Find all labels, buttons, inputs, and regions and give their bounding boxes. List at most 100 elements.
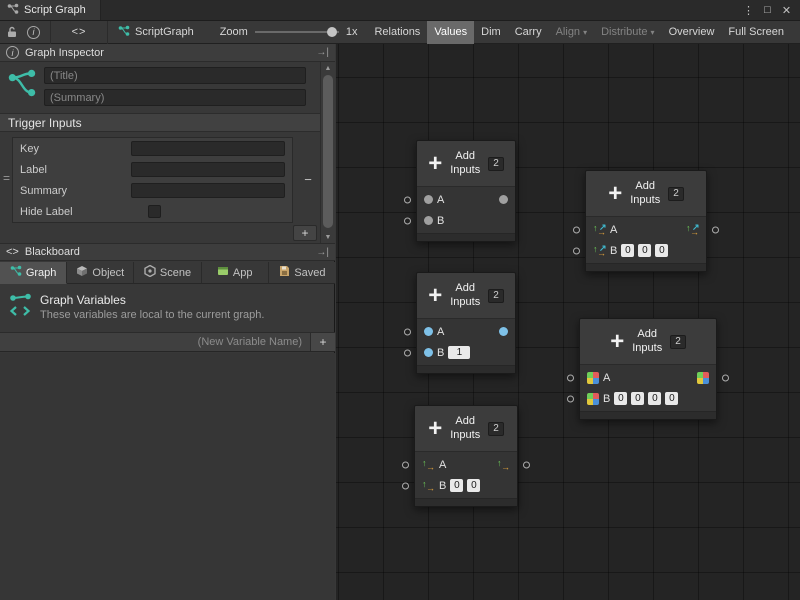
info-icon[interactable]: i xyxy=(27,26,40,39)
graph-root-button[interactable]: <> xyxy=(50,21,108,44)
port-label-a: A xyxy=(603,372,610,384)
hide-label-checkbox[interactable] xyxy=(148,205,161,218)
graph-inspector-header[interactable]: i Graph Inspector →| xyxy=(0,44,335,62)
vector3-port-icon[interactable]: ↑↗→ xyxy=(593,223,606,236)
tab-app[interactable]: App xyxy=(202,262,269,284)
input-count-field[interactable]: 2 xyxy=(670,335,686,349)
graph-canvas[interactable]: + Add Inputs 2 A B + Add Inputs 2 xyxy=(336,44,800,600)
add-trigger-input-button[interactable]: + xyxy=(293,225,317,241)
scrollbar-thumb[interactable] xyxy=(323,75,333,228)
window-maximize-icon[interactable]: □ xyxy=(759,2,776,19)
output-connection-ring[interactable] xyxy=(722,374,729,381)
value-field-z[interactable]: 0 xyxy=(648,392,661,405)
key-input[interactable] xyxy=(131,141,285,156)
lock-icon[interactable] xyxy=(6,26,18,38)
graph-summary-input[interactable] xyxy=(44,89,306,106)
carry-button[interactable]: Carry xyxy=(508,21,549,44)
node-header[interactable]: + Add Inputs 2 xyxy=(417,141,515,186)
relations-button[interactable]: Relations xyxy=(367,21,427,44)
input-connection-ring[interactable] xyxy=(567,395,574,402)
node-add-inputs-float[interactable]: + Add Inputs 2 A B 1 xyxy=(416,272,516,374)
node-add-inputs-vector2[interactable]: + Add Inputs 2 ↑→ A ↑→ ↑→ B 0 0 xyxy=(414,405,518,507)
window-close-icon[interactable]: ✕ xyxy=(778,2,795,19)
generic-input-port-icon[interactable] xyxy=(424,195,433,204)
output-connection-ring[interactable] xyxy=(523,461,530,468)
dock-icon[interactable]: →| xyxy=(316,247,329,258)
input-count-field[interactable]: 2 xyxy=(488,157,504,171)
zoom-slider[interactable] xyxy=(255,26,339,38)
tab-scene[interactable]: Scene xyxy=(134,262,201,284)
dock-icon[interactable]: →| xyxy=(316,47,329,58)
vector4-port-icon[interactable] xyxy=(587,372,599,384)
value-field-x[interactable]: 0 xyxy=(614,392,627,405)
align-dropdown[interactable]: Align▾ xyxy=(549,21,594,44)
input-count-field[interactable]: 2 xyxy=(668,187,684,201)
generic-input-port-icon[interactable] xyxy=(424,216,433,225)
input-connection-ring[interactable] xyxy=(573,247,580,254)
vector3-port-icon[interactable]: ↑↗→ xyxy=(593,244,606,257)
input-connection-ring[interactable] xyxy=(402,461,409,468)
dim-button[interactable]: Dim xyxy=(474,21,508,44)
values-button[interactable]: Values xyxy=(427,21,474,44)
input-connection-ring[interactable] xyxy=(404,349,411,356)
new-variable-input[interactable] xyxy=(0,333,310,351)
add-variable-button[interactable]: + xyxy=(310,333,335,351)
input-connection-ring[interactable] xyxy=(404,196,411,203)
distribute-dropdown[interactable]: Distribute▾ xyxy=(594,21,661,44)
fullscreen-button[interactable]: Full Screen xyxy=(721,21,791,44)
vector2-port-icon[interactable]: ↑→ xyxy=(497,458,510,471)
value-field-x[interactable]: 0 xyxy=(621,244,634,257)
float-output-port-icon[interactable] xyxy=(499,327,508,336)
arrow-right-icon: → xyxy=(501,463,510,472)
label-input[interactable] xyxy=(131,162,285,177)
node-header[interactable]: + Add Inputs 2 xyxy=(417,273,515,318)
input-connection-ring[interactable] xyxy=(404,217,411,224)
summary-input[interactable] xyxy=(131,183,285,198)
port-row-a: A xyxy=(417,321,515,342)
vector2-port-icon[interactable]: ↑→ xyxy=(422,458,435,471)
value-field[interactable]: 1 xyxy=(448,346,470,359)
node-add-inputs-vector4[interactable]: + Add Inputs 2 A B 0 0 0 0 xyxy=(579,318,717,420)
window-title: Script Graph xyxy=(24,4,86,16)
scroll-up-icon[interactable]: ▲ xyxy=(321,62,335,74)
generic-output-port-icon[interactable] xyxy=(499,195,508,204)
node-add-inputs-vector3[interactable]: + Add Inputs 2 ↑↗→ A ↑↗→ ↑↗→ B 0 0 0 xyxy=(585,170,707,272)
vector4-port-icon[interactable] xyxy=(697,372,709,384)
inspector-scrollbar[interactable]: ▲ ▼ xyxy=(320,62,335,243)
float-input-port-icon[interactable] xyxy=(424,348,433,357)
overview-button[interactable]: Overview xyxy=(662,21,722,44)
vector4-port-icon[interactable] xyxy=(587,393,599,405)
output-connection-ring[interactable] xyxy=(712,226,719,233)
input-connection-ring[interactable] xyxy=(404,328,411,335)
reorder-handle-icon[interactable]: = xyxy=(3,171,10,185)
input-connection-ring[interactable] xyxy=(573,226,580,233)
remove-trigger-input-button[interactable]: − xyxy=(299,171,317,187)
input-connection-ring[interactable] xyxy=(567,374,574,381)
graph-title-input[interactable] xyxy=(44,67,306,84)
input-connection-ring[interactable] xyxy=(402,482,409,489)
input-count-field[interactable]: 2 xyxy=(488,422,504,436)
value-field-w[interactable]: 0 xyxy=(665,392,678,405)
scroll-down-icon[interactable]: ▼ xyxy=(321,231,335,243)
tab-graph[interactable]: Graph xyxy=(0,262,67,284)
vector2-port-icon[interactable]: ↑→ xyxy=(422,479,435,492)
value-field-x[interactable]: 0 xyxy=(450,479,463,492)
node-header[interactable]: + Add Inputs 2 xyxy=(415,406,517,451)
node-add-inputs-generic[interactable]: + Add Inputs 2 A B xyxy=(416,140,516,242)
float-input-port-icon[interactable] xyxy=(424,327,433,336)
blackboard-header[interactable]: <> Blackboard →| xyxy=(0,243,335,261)
window-menu-icon[interactable]: ⋮ xyxy=(740,2,757,19)
node-header[interactable]: + Add Inputs 2 xyxy=(586,171,706,216)
value-field-z[interactable]: 0 xyxy=(655,244,668,257)
value-field-y[interactable]: 0 xyxy=(638,244,651,257)
window-tab-script-graph[interactable]: Script Graph xyxy=(0,0,101,20)
value-field-y[interactable]: 0 xyxy=(467,479,480,492)
node-header[interactable]: + Add Inputs 2 xyxy=(580,319,716,364)
zoom-slider-handle[interactable] xyxy=(327,27,337,37)
breadcrumb[interactable]: ScriptGraph xyxy=(118,25,194,40)
input-count-field[interactable]: 2 xyxy=(488,289,504,303)
vector3-port-icon[interactable]: ↑↗→ xyxy=(686,223,699,236)
tab-object[interactable]: Object xyxy=(67,262,134,284)
value-field-y[interactable]: 0 xyxy=(631,392,644,405)
tab-saved[interactable]: Saved xyxy=(269,262,335,284)
